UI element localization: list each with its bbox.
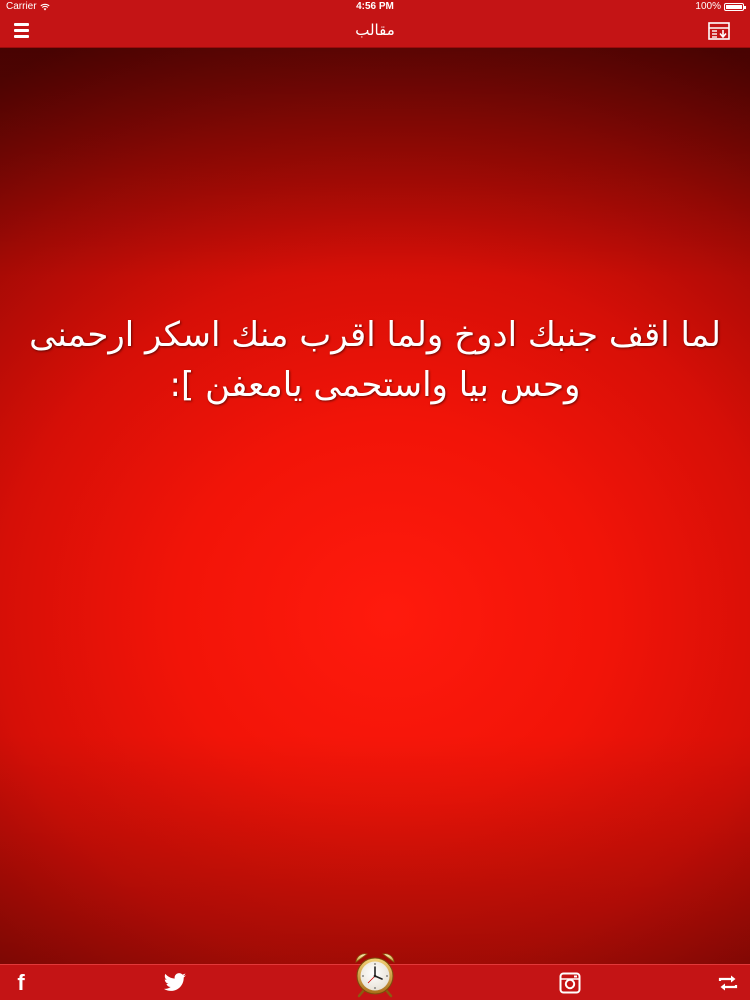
status-time: 4:56 PM <box>356 1 394 12</box>
alarm-clock-button[interactable] <box>352 950 398 998</box>
page-title: مقالب <box>355 21 395 39</box>
battery-indicator: 100% <box>695 1 746 12</box>
twitter-icon <box>164 973 186 991</box>
battery-icon <box>724 2 746 11</box>
message-line: وحس بيا واستحمى يامعفن ]: <box>169 365 581 405</box>
prank-message: لما اقف جنبك ادوخ ولما اقرب منك اسكر ارح… <box>15 310 735 410</box>
repeat-button[interactable] <box>715 971 741 995</box>
facebook-icon: f <box>17 970 25 995</box>
top-bar: Carrier 4:56 PM 100% مقالب <box>0 0 750 48</box>
battery-label: 100% <box>695 1 721 12</box>
status-bar: Carrier 4:56 PM 100% <box>0 0 750 14</box>
alarm-clock-icon <box>355 953 395 998</box>
download-list-icon <box>708 22 730 40</box>
twitter-button[interactable] <box>162 971 188 995</box>
download-button[interactable] <box>708 22 730 40</box>
facebook-button[interactable]: f <box>8 970 34 995</box>
app-screen: Carrier 4:56 PM 100% مقالب لما اقف جنبك … <box>0 0 750 1000</box>
instagram-icon <box>559 972 581 994</box>
nav-bar: مقالب <box>0 14 750 47</box>
message-line: لما اقف جنبك ادوخ ولما اقرب منك اسكر ارح… <box>29 315 721 355</box>
repeat-icon <box>718 975 738 991</box>
message-card: لما اقف جنبك ادوخ ولما اقرب منك اسكر ارح… <box>0 48 750 964</box>
instagram-button[interactable] <box>557 971 583 995</box>
